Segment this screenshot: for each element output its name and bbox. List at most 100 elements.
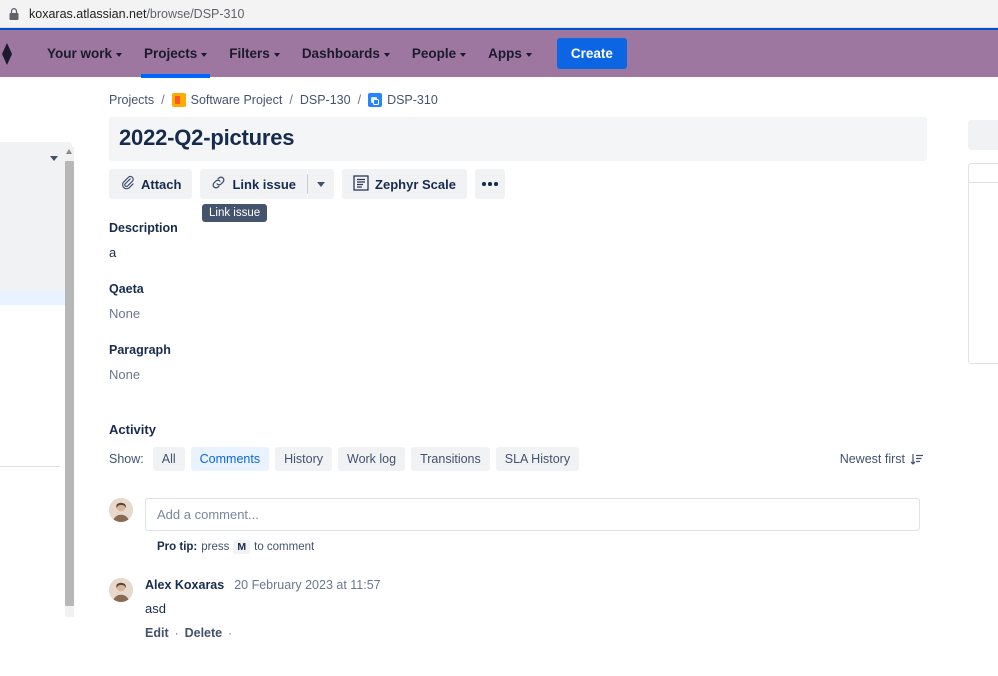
scrollbar-thumb[interactable]: [65, 161, 74, 606]
comment-timestamp: 20 February 2023 at 11:57: [234, 578, 380, 592]
comment-action-separator: ·: [175, 626, 179, 640]
comment-actions: Edit · Delete ·: [145, 626, 381, 640]
status-badge[interactable]: [968, 120, 998, 150]
sidebar-item-reports[interactable]: ...s: [0, 260, 72, 289]
sidebar-item-board[interactable]: ...n board: [0, 144, 72, 173]
zephyr-scale-button[interactable]: Zephyr Scale: [342, 169, 467, 199]
sidebar-item-roadmap[interactable]: ...ap: [0, 173, 72, 202]
comment-content: Alex Koxaras 20 February 2023 at 11:57 a…: [145, 578, 381, 640]
chevron-down-icon: [50, 156, 58, 161]
comment-author[interactable]: Alex Koxaras: [145, 578, 224, 592]
sidebar-board-group: ...n board ...ap ...g ...n board ...s: [0, 142, 72, 291]
link-issue-dropdown-button[interactable]: [308, 169, 334, 199]
activity-heading: Activity: [109, 422, 998, 437]
show-label: Show:: [109, 452, 144, 466]
details-row[interactable]: [969, 183, 998, 201]
nav-item-your-work[interactable]: Your work: [36, 29, 133, 78]
jira-logo-icon[interactable]: [0, 42, 18, 66]
details-row[interactable]: [969, 345, 998, 363]
chevron-down-icon: [317, 182, 325, 187]
url-text: koxaras.atlassian.net/browse/DSP-310: [29, 7, 244, 21]
issue-title-container[interactable]: 2022-Q2-pictures: [109, 117, 927, 161]
more-actions-button[interactable]: [475, 169, 505, 199]
avatar[interactable]: [109, 498, 133, 522]
chevron-down-icon: [116, 53, 122, 57]
nav-item-dashboards[interactable]: Dashboards: [291, 29, 401, 78]
url-path: /browse/DSP-310: [146, 7, 244, 21]
add-comment-input[interactable]: [145, 498, 920, 531]
ellipsis-icon: [494, 182, 498, 186]
comment-edit-link[interactable]: Edit: [145, 626, 169, 640]
nav-item-label: Your work: [47, 46, 112, 61]
page-title[interactable]: 2022-Q2-pictures: [119, 125, 917, 151]
sidebar-item-components[interactable]: ...nents: [0, 305, 72, 334]
tab-history[interactable]: History: [275, 447, 332, 471]
chevron-down-icon: [201, 53, 207, 57]
breadcrumb-parent-issue[interactable]: DSP-130: [300, 93, 351, 107]
details-row[interactable]: [969, 255, 998, 273]
sort-order-button[interactable]: Newest first: [840, 452, 927, 466]
sidebar-item-issues[interactable]: ...es: [0, 370, 72, 399]
avatar[interactable]: [109, 578, 133, 602]
project-sidebar: ...re Project ... project ...n board ...…: [0, 77, 79, 676]
breadcrumb-project[interactable]: Software Project: [191, 93, 283, 107]
nav-item-label: Dashboards: [302, 46, 380, 61]
link-issue-split-button: Link issue: [200, 169, 334, 199]
software-project-icon: [172, 93, 186, 107]
details-row[interactable]: [969, 327, 998, 345]
tab-comments[interactable]: Comments: [191, 447, 269, 471]
field-value[interactable]: None: [109, 306, 998, 321]
attach-button-label: Attach: [141, 177, 181, 192]
details-row[interactable]: [969, 291, 998, 309]
comment-delete-link[interactable]: Delete: [185, 626, 223, 640]
sidebar-item-selected[interactable]: [0, 291, 72, 305]
sidebar-project-type: ... project: [0, 106, 72, 120]
breadcrumb-current-issue[interactable]: DSP-310: [387, 93, 438, 107]
sidebar-scrollbar[interactable]: [65, 147, 74, 617]
details-row[interactable]: [969, 219, 998, 237]
nav-item-people[interactable]: People: [401, 29, 477, 78]
field-value[interactable]: a: [109, 245, 998, 260]
field-qaeta: Qaeta None: [109, 282, 998, 321]
comment-compose: [109, 498, 998, 531]
paperclip-icon: [120, 175, 135, 193]
details-row[interactable]: [969, 309, 998, 327]
sidebar-divider: [0, 466, 60, 467]
nav-item-filters[interactable]: Filters: [218, 29, 291, 78]
tab-work-log[interactable]: Work log: [338, 447, 405, 471]
tab-sla-history[interactable]: SLA History: [496, 447, 579, 471]
sidebar-item-backlog[interactable]: ...g: [0, 202, 72, 231]
chevron-down-icon: [460, 53, 466, 57]
comment-protip: Pro tip: press M to comment: [157, 540, 998, 554]
sidebar-item-attachments[interactable]: ...ments: [0, 425, 72, 454]
comment-item: Alex Koxaras 20 February 2023 at 11:57 a…: [109, 578, 998, 640]
protip-suffix: to comment: [254, 541, 314, 553]
breadcrumb-projects[interactable]: Projects: [109, 93, 154, 107]
details-card-header[interactable]: [969, 164, 998, 183]
comment-action-separator: ·: [228, 626, 232, 640]
protip-key: M: [233, 540, 250, 554]
tab-all[interactable]: All: [153, 447, 185, 471]
sidebar-item-sprint-board[interactable]: ...n board: [0, 231, 72, 260]
details-row[interactable]: [969, 237, 998, 255]
field-label: Paragraph: [109, 343, 998, 357]
comment-header: Alex Koxaras 20 February 2023 at 11:57: [145, 578, 381, 592]
details-row[interactable]: [969, 201, 998, 219]
attach-button[interactable]: Attach: [109, 169, 192, 199]
details-row[interactable]: [969, 273, 998, 291]
nav-item-projects[interactable]: Projects: [133, 29, 218, 78]
sidebar-item-pages[interactable]: ...pages: [0, 479, 72, 508]
ellipsis-icon: [488, 182, 492, 186]
sort-order-label: Newest first: [840, 452, 905, 466]
tab-transitions[interactable]: Transitions: [411, 447, 490, 471]
field-label: Description: [109, 221, 998, 235]
browser-url-bar[interactable]: koxaras.atlassian.net/browse/DSP-310: [0, 0, 998, 28]
details-card: [968, 163, 998, 364]
link-issue-button[interactable]: Link issue: [200, 169, 307, 199]
lock-icon: [8, 7, 20, 21]
scroll-up-arrow-icon[interactable]: [66, 149, 72, 154]
url-host: koxaras.atlassian.net: [29, 7, 146, 21]
create-button[interactable]: Create: [557, 38, 627, 69]
field-value[interactable]: None: [109, 367, 998, 382]
nav-item-apps[interactable]: Apps: [477, 29, 543, 78]
